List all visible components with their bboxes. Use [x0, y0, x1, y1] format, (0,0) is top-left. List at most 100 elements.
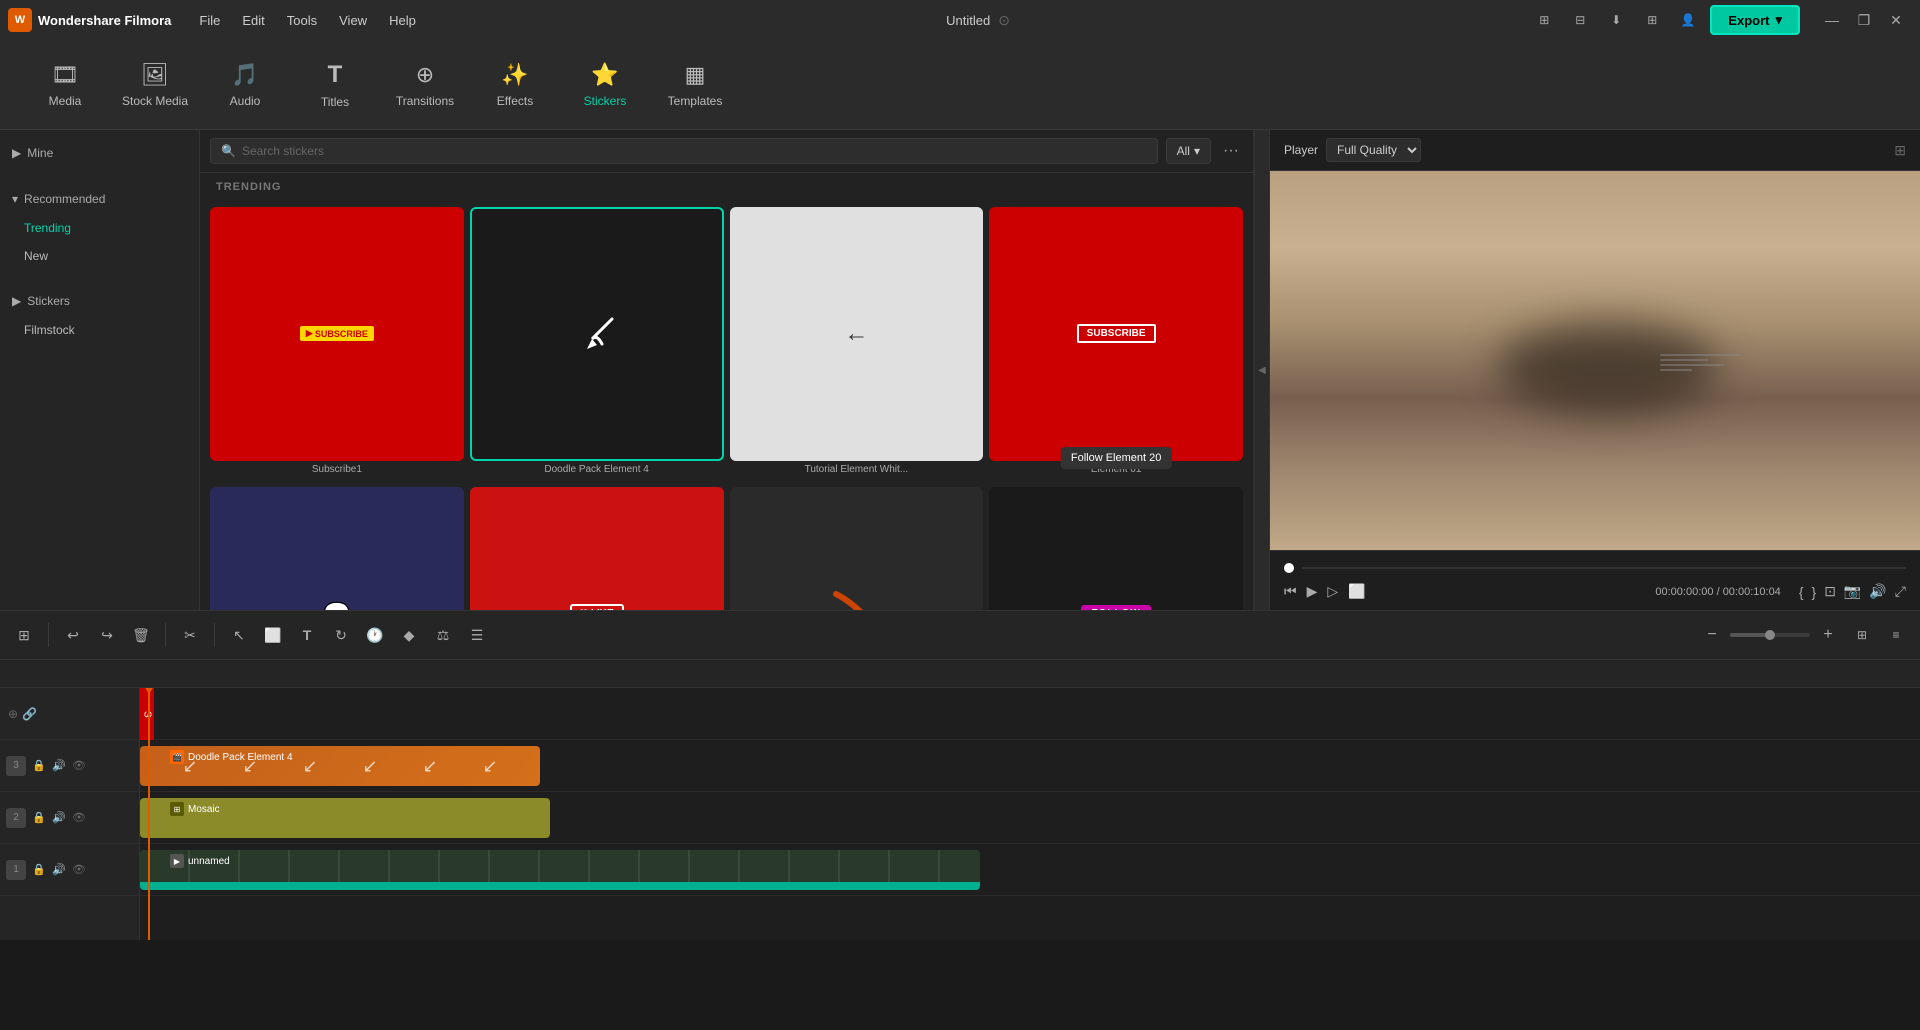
list-view-button[interactable]: ≡	[1882, 621, 1910, 649]
sticker-item-golf[interactable]: ⬇	[730, 487, 984, 610]
mark-in-icon[interactable]: {	[1799, 584, 1804, 600]
track-lock-1[interactable]: 🔒	[30, 861, 48, 879]
icon-user[interactable]: 👤	[1674, 6, 1702, 34]
filter-button[interactable]: All ▾	[1166, 138, 1211, 164]
sticker-item-comment1[interactable]: 💬 ⬇	[210, 487, 464, 610]
zoom-out-button[interactable]: −	[1698, 621, 1726, 649]
minimize-button[interactable]: —	[1816, 6, 1848, 34]
audio-icon: 🎵	[231, 62, 258, 88]
cut-button[interactable]: ✂	[176, 621, 204, 649]
arrow-4: ↙	[362, 756, 377, 777]
link-icon[interactable]: 🔗	[22, 707, 37, 721]
more-icon[interactable]: ⤢	[1895, 583, 1906, 600]
sticker-item-element20[interactable]: FOLLOW ⬇	[989, 487, 1243, 610]
progress-bar[interactable]	[1302, 567, 1906, 569]
collapse-panel-button[interactable]: ◀	[1254, 130, 1270, 610]
toolbar-stickers[interactable]: ⭐ Stickers	[560, 45, 650, 125]
track-mute-1[interactable]: 🔊	[50, 861, 68, 879]
redo-button[interactable]: ↪	[93, 621, 121, 649]
sticker-item-element02[interactable]: ❤LIKE ⬇	[470, 487, 724, 610]
panel-item-filmstock[interactable]: Filmstock	[0, 316, 199, 344]
sticker-card-element01: SUBSCRIBE ⬇ Element 01	[989, 207, 1243, 481]
track-mute-2[interactable]: 🔊	[50, 809, 68, 827]
color-tool[interactable]: ◆	[395, 621, 423, 649]
icon-grid[interactable]: ⊞	[1638, 6, 1666, 34]
track-number-3: 3	[6, 756, 26, 776]
panel-recommended-section: ▾ Recommended Trending New	[0, 176, 199, 278]
add-track-button[interactable]: ⊞	[10, 621, 38, 649]
maximize-button[interactable]: ❐	[1848, 6, 1880, 34]
empty-track-row: S	[140, 688, 1920, 740]
track-number-2: 2	[6, 808, 26, 828]
panel-mine-header[interactable]: ▶ Mine	[0, 138, 199, 168]
panel-recommended-header[interactable]: ▾ Recommended	[0, 184, 199, 214]
sticker-item-element01[interactable]: SUBSCRIBE ⬇	[989, 207, 1243, 461]
text-tool[interactable]: T	[293, 621, 321, 649]
more-options-button[interactable]: ···	[1219, 138, 1243, 164]
menu-help[interactable]: Help	[379, 9, 426, 32]
close-button[interactable]: ✕	[1880, 6, 1912, 34]
panel-item-new[interactable]: New	[0, 242, 199, 270]
fast-forward-button[interactable]: ▷	[1327, 583, 1338, 600]
play-button[interactable]: ▶	[1307, 583, 1318, 600]
undo-button[interactable]: ↩	[59, 621, 87, 649]
zoom-slider[interactable]	[1730, 633, 1810, 637]
track-mute-3[interactable]: 🔊	[50, 757, 68, 775]
menu-view[interactable]: View	[329, 9, 377, 32]
menu-tools[interactable]: Tools	[277, 9, 327, 32]
mark-out-icon[interactable]: }	[1812, 584, 1817, 600]
clock-tool[interactable]: 🕐	[361, 621, 389, 649]
menu-file[interactable]: File	[189, 9, 230, 32]
select-tool[interactable]: ↖	[225, 621, 253, 649]
search-input[interactable]	[242, 144, 1147, 158]
track-visible-3[interactable]: 👁	[70, 757, 88, 775]
zoom-in-button[interactable]: +	[1814, 621, 1842, 649]
snapshot-icon[interactable]: 📷	[1844, 583, 1861, 600]
export-button[interactable]: Export ▾	[1710, 5, 1800, 35]
crop-icon[interactable]: ⊡	[1824, 583, 1836, 600]
track-lock-3[interactable]: 🔒	[30, 757, 48, 775]
toolbar-transitions[interactable]: ⊕ Transitions	[380, 45, 470, 125]
audio-tool[interactable]: ⚖	[429, 621, 457, 649]
bottom-toolbar: ⊞ ↩ ↪ 🗑 ✂ ↖ ⬜ T ↻ 🕐 ◆ ⚖ ☰ − + ⊞ ≡	[0, 610, 1920, 660]
toolbar-effects[interactable]: ✨ Effects	[470, 45, 560, 125]
icon-split[interactable]: ⊟	[1566, 6, 1594, 34]
stop-button[interactable]: ⬜	[1348, 583, 1365, 600]
progress-thumb[interactable]	[1284, 563, 1294, 573]
panel-stickers-header[interactable]: ▶ Stickers	[0, 286, 199, 316]
panel-mine-section: ▶ Mine	[0, 130, 199, 176]
toolbar-titles[interactable]: T Titles	[290, 45, 380, 125]
toolbar-media[interactable]: 🎞 Media	[20, 45, 110, 125]
export-chevron: ▾	[1775, 12, 1782, 28]
track-lock-2[interactable]: 🔒	[30, 809, 48, 827]
prev-frame-button[interactable]: ⏮	[1284, 583, 1297, 600]
preview-fullscreen[interactable]: ⊞	[1894, 142, 1906, 159]
delete-button[interactable]: 🗑	[127, 621, 155, 649]
clip-video[interactable]: ▶ unnamed	[140, 850, 980, 890]
menu-edit[interactable]: Edit	[232, 9, 274, 32]
clip-doodle4[interactable]: 🎬 Doodle Pack Element 4 ↙ ↙ ↙ ↙ ↙ ↙	[140, 746, 540, 786]
sticker-item-tutorial-whit[interactable]: ← ⬇	[730, 207, 984, 461]
volume-icon[interactable]: 🔊	[1869, 583, 1886, 600]
track-visible-2[interactable]: 👁	[70, 809, 88, 827]
save-status-icon: ⊙	[998, 12, 1010, 29]
icon-download[interactable]: ⬇	[1602, 6, 1630, 34]
quality-select[interactable]: Full Quality 1/2 Quality 1/4 Quality	[1326, 138, 1421, 162]
rotate-tool[interactable]: ↻	[327, 621, 355, 649]
toolbar-stock-media[interactable]: 🖼 Stock Media	[110, 45, 200, 125]
sticker-item-doodle4[interactable]: ⬇	[470, 207, 724, 461]
clip-mosaic[interactable]: ⊞ Mosaic	[140, 798, 550, 838]
toolbar-templates[interactable]: ▦ Templates	[650, 45, 740, 125]
toolbar-audio[interactable]: 🎵 Audio	[200, 45, 290, 125]
sticker-item-subscribe1[interactable]: ▶SUBSCRIBE ⬇	[210, 207, 464, 461]
sticker-card-subscribe1: ▶SUBSCRIBE ⬇ Subscribe1	[210, 207, 464, 481]
add-track-icon[interactable]: ⊕	[8, 707, 18, 721]
recommended-chevron-icon: ▾	[12, 192, 18, 206]
settings-tool[interactable]: ☰	[463, 621, 491, 649]
icon-layout[interactable]: ⊞	[1530, 6, 1558, 34]
panel-item-trending[interactable]: Trending	[0, 214, 199, 242]
titlebar: W Wondershare Filmora File Edit Tools Vi…	[0, 0, 1920, 40]
crop-tool[interactable]: ⬜	[259, 621, 287, 649]
grid-view-button[interactable]: ⊞	[1848, 621, 1876, 649]
track-visible-1[interactable]: 👁	[70, 861, 88, 879]
